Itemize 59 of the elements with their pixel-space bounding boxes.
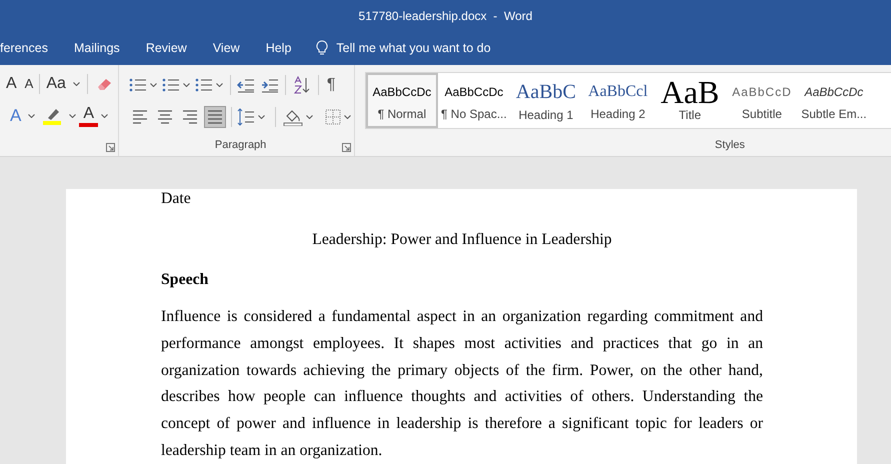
date-text: Date [161,189,192,209]
sort-icon [292,76,311,94]
style-item[interactable]: AaBbC Heading 1 [510,73,582,128]
style-item[interactable]: AaBbCcD Subtitle [726,73,798,128]
dialog-launcher-icon[interactable] [106,143,115,152]
caret-icon [101,114,108,118]
section-heading: Speech [161,270,210,290]
ribbon-tab[interactable]: Help [252,32,304,65]
bulleted-list-icon [128,77,147,93]
shrink-font-button[interactable]: A [20,73,38,95]
borders-button[interactable] [324,109,354,125]
style-item[interactable]: AaBbCcDc ¶ Normal [366,73,438,128]
lightbulb-icon [316,40,328,57]
align-button[interactable] [204,106,226,128]
increase-indent-icon [260,77,279,93]
group-label: Paragraph [214,138,266,152]
caret-icon [69,114,76,118]
paint-bucket-icon [282,108,303,126]
window-title: 517780-leadership.docx - Word [358,8,532,25]
caret-icon [28,114,36,118]
shading-button[interactable] [282,108,316,126]
numbering-button[interactable] [162,77,193,93]
line-spacing-icon [236,108,255,126]
align-justify-icon [206,108,224,126]
show-marks-button[interactable]: ¶ [322,73,340,97]
line-spacing-button[interactable] [236,108,268,126]
caret-icon [344,115,351,119]
group-label: Styles [714,138,745,152]
style-item[interactable]: AaBbCcDc ¶ No Spac... [438,73,510,128]
caret-icon [306,115,313,119]
bullets-button[interactable] [128,77,160,93]
body-paragraph: Influence is considered a fundamental aspect in an organization regarding commitment and performance amongst employees. It shapes most activities and practices that go in an organization towards achieving the primary objects of the firm. Power, on the other hand, describes how people can influence thoughts and activities of others. Understanding the concept of power and influence in leadership is therefore a significant topic for leaders or leadership team in an organization. [161,307,763,461]
align-right-icon [180,108,199,126]
caret-icon [216,83,223,87]
style-item[interactable]: AaB Title [654,73,726,128]
highlighter-icon [42,107,62,125]
borders-icon [324,109,341,125]
caret-icon [258,115,265,119]
document-title: Leadership: Power and Influence in Leadership [311,230,613,250]
ribbon-tab[interactable]: Review [132,32,200,65]
caret-icon [182,83,190,87]
multilevel-list-button[interactable] [194,77,226,93]
ribbon-tab[interactable]: ferences [0,32,61,65]
eraser-icon [96,76,114,92]
caret-icon [150,83,157,87]
align-center-icon [156,108,174,126]
grow-font-button[interactable]: A [2,73,21,95]
font-color-button[interactable]: A [79,105,98,127]
text-effects-button[interactable]: A [6,105,26,127]
style-item[interactable]: AaBbCcDc Subtle Em... [798,73,870,128]
align-left-icon [130,108,149,126]
caret-icon [72,82,80,86]
style-item[interactable]: AaBbCcl Heading 2 [582,73,654,128]
change-case-button[interactable]: Aa [42,73,70,95]
ribbon-tab[interactable]: Mailings [60,32,133,65]
decrease-indent-icon [236,77,255,93]
dialog-launcher-icon[interactable] [342,143,351,152]
decrease-indent-button[interactable] [234,77,257,93]
ribbon-tab[interactable]: View [200,32,253,65]
